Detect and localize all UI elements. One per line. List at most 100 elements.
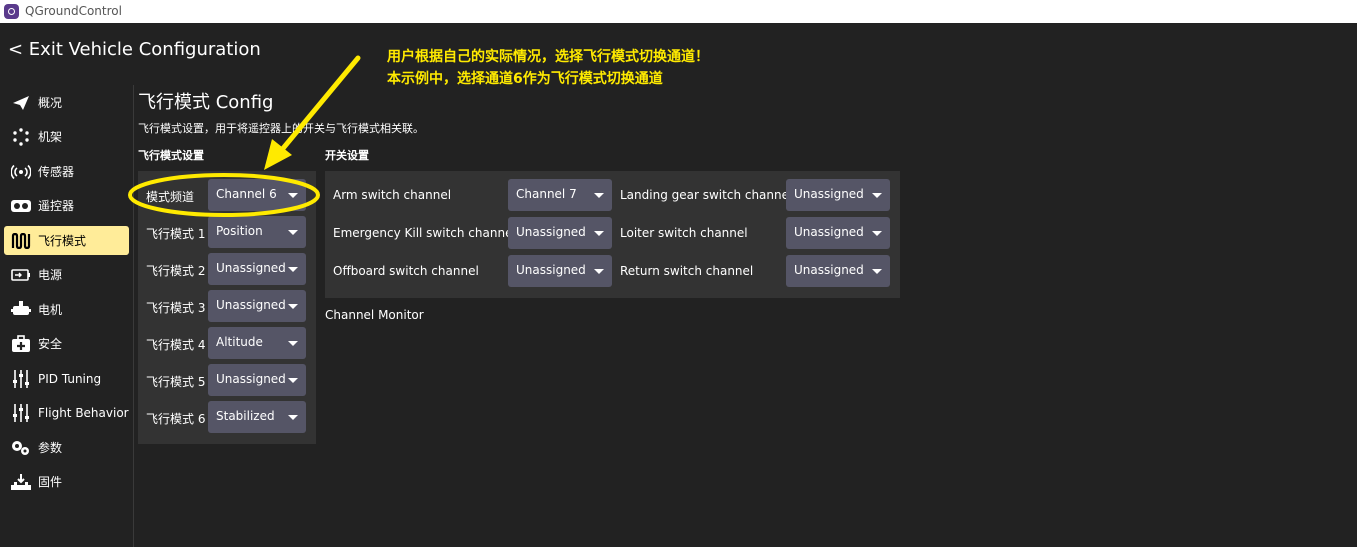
battery-icon	[11, 267, 31, 283]
sidebar-item-sensors[interactable]: 传感器	[4, 157, 129, 186]
emergency-kill-switch-channel-label: Emergency Kill switch channel	[333, 226, 516, 240]
exit-vehicle-configuration-button[interactable]: < Exit Vehicle Configuration	[8, 39, 261, 60]
dropdown-value: Unassigned	[216, 261, 286, 275]
dropdown-value: Stabilized	[216, 409, 275, 423]
flight-modes-icon	[11, 232, 31, 249]
return-switch-channel-dropdown[interactable]: Unassigned	[786, 255, 890, 287]
sidebar-item-parameters[interactable]: 参数	[4, 433, 129, 462]
loiter-switch-channel-label: Loiter switch channel	[620, 226, 748, 240]
flight-mode-5-label: 飞行模式 5	[146, 375, 206, 389]
motors-icon	[11, 300, 31, 318]
sliders-icon	[11, 403, 31, 422]
dropdown-value: Channel 7	[516, 187, 577, 201]
chevron-down-icon	[288, 267, 298, 272]
switch-settings-title: 开关设置	[325, 149, 369, 162]
flight-mode-6-label: 飞行模式 6	[146, 412, 206, 426]
dropdown-value: Unassigned	[794, 225, 864, 239]
sidebar-item-label: 飞行模式	[38, 234, 87, 248]
sidebar-divider	[133, 85, 134, 547]
flight-mode-2-label: 飞行模式 2	[146, 264, 206, 278]
dropdown-value: Position	[216, 224, 263, 238]
qgc-app-icon	[4, 4, 19, 19]
dropdown-value: Channel 6	[216, 187, 277, 201]
mode-channel-label: 模式频道	[146, 190, 195, 204]
dropdown-value: Unassigned	[216, 372, 286, 386]
chevron-down-icon	[872, 231, 882, 236]
dropdown-value: Unassigned	[516, 225, 586, 239]
firmware-icon	[11, 473, 31, 490]
arm-switch-channel-dropdown[interactable]: Channel 7	[508, 179, 612, 211]
chevron-down-icon	[594, 269, 604, 274]
chevron-down-icon	[288, 304, 298, 309]
arm-switch-channel-label: Arm switch channel	[333, 188, 452, 202]
flight-mode-1-dropdown[interactable]: Position	[208, 216, 306, 248]
chevron-down-icon	[288, 193, 298, 198]
sensors-icon	[11, 164, 31, 180]
flight-mode-4-dropdown[interactable]: Altitude	[208, 327, 306, 359]
sidebar-item-safety[interactable]: 安全	[4, 329, 129, 358]
sidebar-item-label: PID Tuning	[38, 371, 102, 386]
page-title: 飞行模式 Config	[138, 92, 274, 113]
flight-mode-5-dropdown[interactable]: Unassigned	[208, 364, 306, 396]
annotation-text-line-1: 用户根据自己的实际情况，选择飞行模式切换通道！	[387, 49, 709, 65]
chevron-down-icon	[288, 341, 298, 346]
landing-gear-switch-channel-dropdown[interactable]: Unassigned	[786, 179, 890, 211]
landing-gear-switch-channel-label: Landing gear switch channel	[620, 188, 793, 202]
sidebar-item-pid-tuning[interactable]: PID Tuning	[4, 364, 129, 393]
sidebar-item-label: 遥控器	[38, 199, 75, 213]
title-bar: QGroundControl	[0, 0, 1357, 23]
sidebar-item-label: 参数	[38, 441, 63, 455]
sidebar-item-label: 机架	[38, 130, 63, 144]
chevron-down-icon	[288, 230, 298, 235]
app-body: < Exit Vehicle Configuration 概况 机架 传感器 遥…	[0, 23, 1357, 547]
sidebar-item-label: Flight Behavior	[38, 405, 129, 420]
dropdown-value: Unassigned	[794, 187, 864, 201]
sidebar-item-radio[interactable]: 遥控器	[4, 191, 129, 220]
sidebar-item-label: 安全	[38, 337, 63, 351]
sliders-icon	[11, 369, 31, 388]
sidebar-item-summary[interactable]: 概况	[4, 88, 129, 117]
sidebar-item-motors[interactable]: 电机	[4, 295, 129, 324]
switch-settings-panel: Arm switch channel Channel 7 Emergency K…	[325, 171, 900, 298]
safety-kit-icon	[11, 334, 31, 352]
sidebar-item-flight-modes[interactable]: 飞行模式	[4, 226, 129, 255]
sidebar-item-firmware[interactable]: 固件	[4, 467, 129, 496]
dropdown-value: Unassigned	[216, 298, 286, 312]
paper-plane-icon	[11, 95, 31, 111]
flight-mode-1-label: 飞行模式 1	[146, 227, 206, 241]
flight-mode-2-dropdown[interactable]: Unassigned	[208, 253, 306, 285]
sidebar-item-airframe[interactable]: 机架	[4, 122, 129, 151]
flight-mode-3-dropdown[interactable]: Unassigned	[208, 290, 306, 322]
sidebar-item-label: 电源	[38, 268, 63, 282]
sidebar-item-label: 电机	[38, 303, 63, 317]
chevron-down-icon	[594, 193, 604, 198]
mode-channel-dropdown[interactable]: Channel 6	[208, 179, 306, 211]
radio-controller-icon	[11, 198, 31, 214]
gears-icon	[11, 440, 31, 456]
annotation-text-line-2: 本示例中，选择通道6作为飞行模式切换通道	[387, 71, 663, 87]
dropdown-value: Unassigned	[516, 263, 586, 277]
loiter-switch-channel-dropdown[interactable]: Unassigned	[786, 217, 890, 249]
sidebar-item-label: 传感器	[38, 165, 75, 179]
chevron-down-icon	[872, 269, 882, 274]
flight-mode-6-dropdown[interactable]: Stabilized	[208, 401, 306, 433]
sidebar-item-label: 概况	[38, 96, 63, 110]
sidebar-item-label: 固件	[38, 475, 63, 489]
chevron-down-icon	[594, 231, 604, 236]
return-switch-channel-label: Return switch channel	[620, 264, 754, 278]
flight-mode-4-label: 飞行模式 4	[146, 338, 206, 352]
channel-monitor-label: Channel Monitor	[325, 308, 424, 322]
page-description: 飞行模式设置，用于将遥控器上的开关与飞行模式相关联。	[138, 122, 424, 135]
window-title: QGroundControl	[25, 4, 122, 18]
flight-mode-settings-title: 飞行模式设置	[138, 149, 204, 162]
offboard-switch-channel-dropdown[interactable]: Unassigned	[508, 255, 612, 287]
dropdown-value: Altitude	[216, 335, 263, 349]
flight-mode-3-label: 飞行模式 3	[146, 301, 206, 315]
dropdown-value: Unassigned	[794, 263, 864, 277]
offboard-switch-channel-label: Offboard switch channel	[333, 264, 479, 278]
sidebar-item-flight-behavior[interactable]: Flight Behavior	[4, 398, 129, 427]
sidebar-item-power[interactable]: 电源	[4, 260, 129, 289]
chevron-down-icon	[872, 193, 882, 198]
chevron-down-icon	[288, 378, 298, 383]
emergency-kill-switch-channel-dropdown[interactable]: Unassigned	[508, 217, 612, 249]
